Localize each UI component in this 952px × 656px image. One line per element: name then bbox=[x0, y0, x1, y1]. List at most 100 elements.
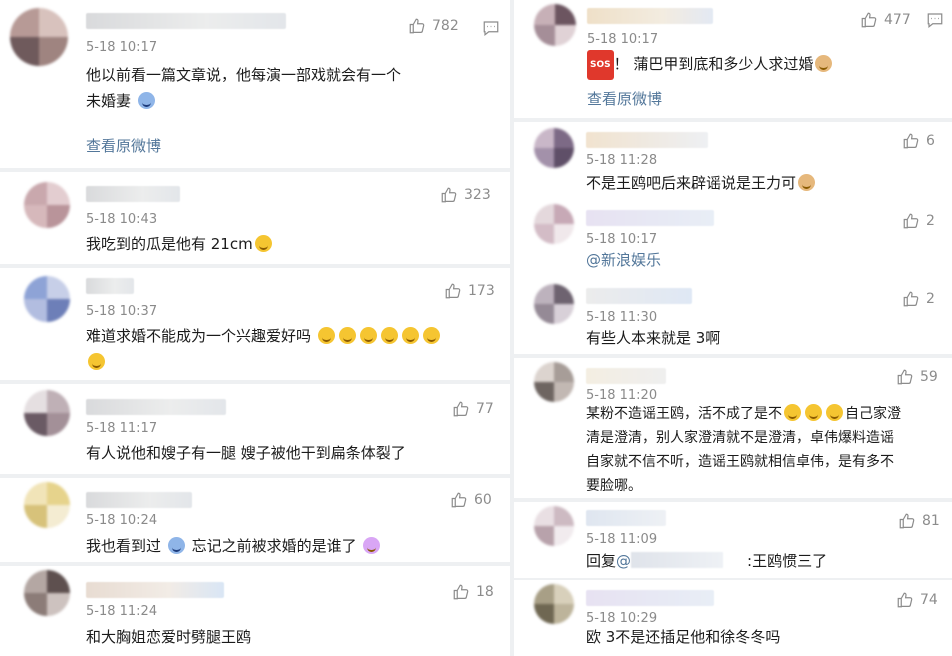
like-count: 18 bbox=[476, 584, 494, 600]
avatar[interactable] bbox=[24, 276, 70, 322]
avatar[interactable] bbox=[534, 584, 574, 624]
thumbs-up-icon bbox=[451, 492, 467, 508]
emoji-icon bbox=[784, 404, 801, 421]
like-count: 323 bbox=[464, 187, 491, 203]
comment-card: 5-18 10:29 74 欧 3不是还插足他和徐冬冬吗 bbox=[514, 580, 952, 656]
like-button[interactable]: 323 bbox=[440, 186, 491, 204]
avatar[interactable] bbox=[24, 390, 70, 436]
comment-text-line: 自己家澄 bbox=[845, 406, 901, 422]
avatar[interactable] bbox=[24, 182, 70, 228]
like-button[interactable]: 2 bbox=[902, 212, 935, 230]
like-count: 173 bbox=[468, 283, 495, 299]
comment-card: 5-18 10:17 2 @新浪娱乐 bbox=[514, 200, 952, 278]
username[interactable] bbox=[586, 210, 714, 226]
like-button[interactable]: 77 bbox=[452, 400, 494, 418]
thumbs-up-icon bbox=[903, 133, 919, 149]
comment-text-line: 某粉不造谣王鸥，活不成了是不 bbox=[586, 406, 782, 422]
username[interactable] bbox=[86, 278, 134, 294]
comment-time: 5-18 10:17 bbox=[586, 232, 658, 247]
avatar[interactable] bbox=[10, 8, 68, 66]
username[interactable] bbox=[586, 368, 666, 384]
comment-text: 难道求婚不能成为一个兴趣爱好吗 bbox=[86, 323, 496, 375]
comment-time: 5-18 11:28 bbox=[586, 153, 658, 168]
emoji-icon bbox=[401, 327, 419, 344]
like-button[interactable]: 2 bbox=[902, 290, 935, 308]
comment-time: 5-18 10:24 bbox=[86, 513, 158, 528]
blurred-username bbox=[631, 552, 724, 568]
view-original-weibo-link[interactable]: 查看原微博 bbox=[86, 135, 161, 156]
view-original-weibo-link[interactable]: 查看原微博 bbox=[587, 88, 662, 109]
thumbs-up-icon bbox=[903, 213, 919, 229]
username[interactable] bbox=[586, 288, 692, 304]
emoji-icon bbox=[254, 235, 272, 252]
thumbs-up-icon bbox=[441, 187, 457, 203]
comment-text-line: 他以前看一篇文章说，他每演一部戏就会有一个 bbox=[86, 66, 402, 84]
comment-card: 5-18 11:20 59 某粉不造谣王鸥，活不成了是不 自己家澄 清是澄清，别人… bbox=[514, 358, 952, 498]
like-button[interactable]: 18 bbox=[452, 583, 494, 601]
comment-card: 5-18 11:09 81 回复@:王鸥惯三了 bbox=[514, 502, 952, 578]
comment-text: 某粉不造谣王鸥，活不成了是不 自己家澄 清是澄清，别人家澄清就不是澄清，卓伟爆料造… bbox=[586, 402, 942, 498]
avatar[interactable] bbox=[24, 570, 70, 616]
like-count: 477 bbox=[884, 12, 911, 28]
comment-card: 5-18 11:17 77 有人说他和嫂子有一腿 嫂子被他干到扁条体裂了 bbox=[0, 384, 510, 474]
comment-text-line: 自家就不信不听，造谣王鸥就相信卓伟，是有多不 bbox=[586, 454, 894, 470]
username[interactable] bbox=[86, 186, 180, 202]
avatar[interactable] bbox=[24, 482, 70, 528]
comment-text: 我吃到的瓜是他有 21cm bbox=[86, 231, 274, 257]
emoji-icon bbox=[805, 404, 822, 421]
emoji-icon bbox=[167, 537, 185, 554]
like-button[interactable]: 81 bbox=[898, 512, 940, 530]
emoji-icon bbox=[815, 55, 833, 72]
mention-link[interactable]: @ bbox=[616, 552, 631, 570]
username[interactable] bbox=[586, 132, 708, 148]
username[interactable] bbox=[586, 510, 666, 526]
like-count: 2 bbox=[926, 291, 935, 307]
avatar[interactable] bbox=[534, 284, 574, 324]
like-button[interactable]: 59 bbox=[896, 368, 938, 386]
thumbs-up-icon bbox=[409, 18, 425, 34]
comment-icon[interactable] bbox=[926, 11, 944, 29]
emoji-icon bbox=[422, 327, 440, 344]
comment-card: 5-18 11:24 18 和大胸姐恋爱时劈腿王鸥 bbox=[0, 566, 510, 656]
like-count: 2 bbox=[926, 213, 935, 229]
username[interactable] bbox=[86, 399, 226, 415]
thumbs-up-icon bbox=[861, 12, 877, 28]
avatar[interactable] bbox=[534, 204, 574, 244]
comment-card: 5-18 10:17 782 他以前看一篇文章说，他每演一部戏就会有一个 未婚妻… bbox=[0, 0, 510, 168]
like-button[interactable]: 60 bbox=[450, 491, 492, 509]
thumbs-up-icon bbox=[903, 291, 919, 307]
like-button[interactable]: 782 bbox=[408, 17, 459, 35]
avatar[interactable] bbox=[534, 128, 574, 168]
mention-link[interactable]: @新浪娱乐 bbox=[586, 247, 661, 273]
username[interactable] bbox=[86, 582, 224, 598]
avatar[interactable] bbox=[534, 506, 574, 546]
emoji-icon bbox=[88, 353, 105, 370]
like-count: 6 bbox=[926, 133, 935, 149]
avatar[interactable] bbox=[534, 4, 576, 46]
emoji-icon bbox=[338, 327, 356, 344]
like-button[interactable]: 173 bbox=[444, 282, 495, 300]
username[interactable] bbox=[587, 8, 713, 24]
comment-text-line: ！ 蒲巴甲到底和多少人求过婚 bbox=[613, 55, 814, 73]
comment-text: 有些人本来就是 3啊 bbox=[586, 329, 721, 347]
username[interactable] bbox=[586, 590, 714, 606]
comment-text-line: 清是澄清，别人家澄清就不是澄清，卓伟爆料造谣 bbox=[586, 430, 894, 446]
username[interactable] bbox=[86, 492, 192, 508]
comment-text: 我也看到过 忘记之前被求婚的是谁了 bbox=[86, 533, 382, 559]
comment-text-line: 我吃到的瓜是他有 21cm bbox=[86, 235, 253, 253]
comment-card: 5-18 10:37 173 难道求婚不能成为一个兴趣爱好吗 bbox=[0, 268, 510, 380]
comment-text: SOS！ 蒲巴甲到底和多少人求过婚 bbox=[587, 50, 834, 80]
comment-time: 5-18 10:37 bbox=[86, 304, 158, 319]
like-count: 782 bbox=[432, 18, 459, 34]
comment-icon[interactable] bbox=[482, 19, 500, 37]
like-button[interactable]: 6 bbox=[902, 132, 935, 150]
comment-card: 5-18 10:17 477 SOS！ 蒲巴甲到底和多少人求过婚 查看原微博 bbox=[514, 0, 952, 118]
emoji-icon bbox=[363, 537, 381, 554]
avatar[interactable] bbox=[534, 362, 574, 402]
comment-text-line: 未婚妻 bbox=[86, 92, 132, 110]
like-count: 77 bbox=[476, 401, 494, 417]
like-button[interactable]: 74 bbox=[896, 591, 938, 609]
like-button[interactable]: 477 bbox=[860, 11, 911, 29]
like-count: 81 bbox=[922, 513, 940, 529]
username[interactable] bbox=[86, 13, 286, 29]
